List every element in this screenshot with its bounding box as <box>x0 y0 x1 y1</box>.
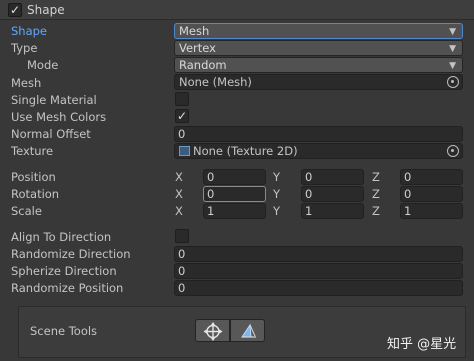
mesh-label: Mesh <box>11 76 42 90</box>
type-label: Type <box>11 41 38 55</box>
transform-gizmo-icon <box>203 322 223 341</box>
spherize-direction-label: Spherize Direction <box>11 264 117 278</box>
shape-label: Shape <box>11 24 48 38</box>
shape-dropdown[interactable]: Mesh ▼ <box>174 23 463 39</box>
rotation-z-field[interactable]: 0 <box>400 186 463 202</box>
scale-y-field[interactable]: 1 <box>301 203 364 219</box>
rotation-x-label: X <box>175 187 183 201</box>
position-label: Position <box>11 170 56 184</box>
type-dropdown-value: Vertex <box>179 41 216 55</box>
scale-label: Scale <box>11 204 42 218</box>
align-to-direction-checkbox[interactable] <box>175 229 189 243</box>
texture-label: Texture <box>11 144 54 158</box>
mode-label: Mode <box>27 58 59 72</box>
shape-enabled-checkbox[interactable]: ✓ <box>8 3 22 17</box>
position-z-field[interactable]: 0 <box>400 169 463 185</box>
dropdown-arrow-icon: ▼ <box>449 44 456 54</box>
rotation-z-label: Z <box>372 187 380 201</box>
scene-tools-label: Scene Tools <box>30 324 98 338</box>
cone-shape-icon <box>241 323 256 338</box>
normal-offset-label: Normal Offset <box>11 127 91 141</box>
randomize-position-label: Randomize Position <box>11 281 124 295</box>
mesh-object-field[interactable]: None (Mesh) <box>174 74 463 90</box>
position-x-label: X <box>175 170 183 184</box>
texture-icon <box>179 146 190 156</box>
texture-field-value: None (Texture 2D) <box>193 144 298 158</box>
scale-z-label: Z <box>372 204 380 218</box>
shape-dropdown-value: Mesh <box>179 24 210 38</box>
object-picker-icon[interactable] <box>447 76 459 88</box>
transform-tool-button[interactable] <box>195 319 230 342</box>
shape-edit-tool-button[interactable] <box>230 319 265 342</box>
scale-x-field[interactable]: 1 <box>203 203 266 219</box>
use-mesh-colors-label: Use Mesh Colors <box>11 110 107 124</box>
rotation-x-field[interactable]: 0 <box>203 186 266 202</box>
mode-dropdown[interactable]: Random ▼ <box>174 57 463 73</box>
position-z-label: Z <box>372 170 380 184</box>
rotation-y-field[interactable]: 0 <box>301 186 364 202</box>
mode-dropdown-value: Random <box>179 58 227 72</box>
shape-module-header[interactable]: ✓ Shape <box>0 0 474 20</box>
object-picker-icon[interactable] <box>447 145 459 157</box>
scale-z-field[interactable]: 1 <box>400 203 463 219</box>
position-y-field[interactable]: 0 <box>301 169 364 185</box>
rotation-y-label: Y <box>273 187 281 201</box>
dropdown-arrow-icon: ▼ <box>449 27 456 37</box>
scale-y-label: Y <box>273 204 281 218</box>
dropdown-arrow-icon: ▼ <box>449 61 456 71</box>
rotation-label: Rotation <box>11 187 60 201</box>
normal-offset-field[interactable]: 0 <box>174 126 463 142</box>
mesh-field-value: None (Mesh) <box>179 75 252 89</box>
randomize-position-field[interactable]: 0 <box>174 280 463 296</box>
scale-x-label: X <box>175 204 183 218</box>
watermark-text: 知乎 @星光 <box>387 337 457 352</box>
type-dropdown[interactable]: Vertex ▼ <box>174 40 463 56</box>
shape-module-title: Shape <box>27 3 65 17</box>
single-material-label: Single Material <box>11 93 97 107</box>
randomize-direction-field[interactable]: 0 <box>174 246 463 262</box>
align-to-direction-label: Align To Direction <box>11 230 112 244</box>
position-y-label: Y <box>273 170 281 184</box>
use-mesh-colors-checkbox[interactable]: ✓ <box>175 109 189 123</box>
position-x-field[interactable]: 0 <box>203 169 266 185</box>
randomize-direction-label: Randomize Direction <box>11 247 131 261</box>
single-material-checkbox[interactable] <box>175 92 189 106</box>
texture-object-field[interactable]: None (Texture 2D) <box>174 143 463 159</box>
spherize-direction-field[interactable]: 0 <box>174 263 463 279</box>
